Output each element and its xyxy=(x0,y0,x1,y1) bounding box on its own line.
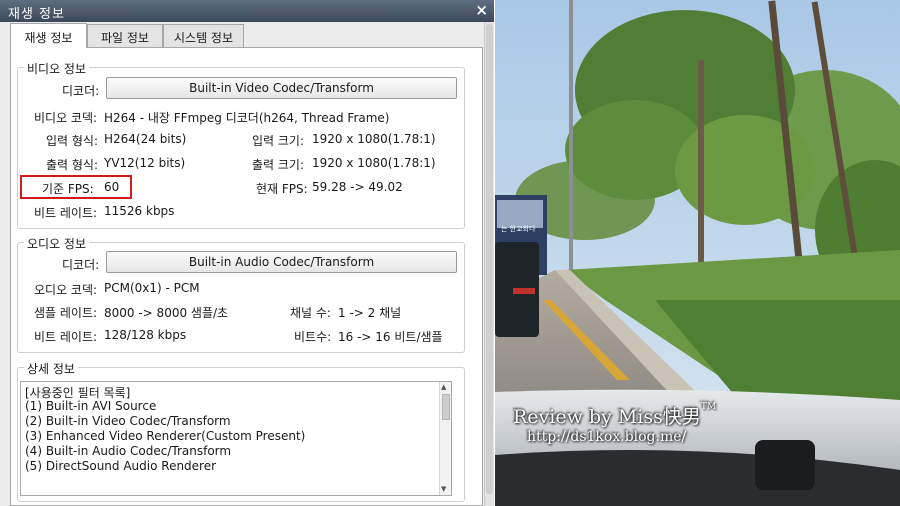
watermark-text: Review by Miss快男TM xyxy=(513,402,716,429)
video-bitrate-value: 11526 kbps xyxy=(104,204,175,218)
input-size-value: 1920 x 1080(1.78:1) xyxy=(312,132,436,146)
input-size-label: 입력 크기: xyxy=(252,134,305,148)
sample-rate-label: 샘플 레이트: xyxy=(34,306,98,320)
video-decoder-label: 디코더: xyxy=(62,84,100,98)
output-format-label: 출력 형식: xyxy=(46,158,99,172)
base-fps-label: 기준 FPS: xyxy=(42,182,94,196)
title-bar[interactable]: 재생 정보 × xyxy=(0,0,494,22)
audio-bitrate-label: 비트 레이트: xyxy=(34,330,98,344)
output-size-value: 1920 x 1080(1.78:1) xyxy=(312,156,436,170)
bits-label: 비트수: xyxy=(294,330,332,344)
dashcam-mount xyxy=(755,440,815,490)
close-icon[interactable]: × xyxy=(475,1,488,19)
video-codec-label: 비디오 코덱: xyxy=(34,111,98,125)
video-codec-value: H264 - 내장 FFmpeg 디코더(h264, Thread Frame) xyxy=(104,111,390,125)
output-format-value: YV12(12 bits) xyxy=(104,156,186,170)
tab-playback-info[interactable]: 재생 정보 xyxy=(10,23,87,48)
base-fps-value: 60 xyxy=(104,180,120,194)
filter-list-scrollbar[interactable]: ▲ ▼ xyxy=(439,382,451,495)
filter-list-item: (1) Built-in AVI Source xyxy=(25,399,157,413)
audio-codec-value: PCM(0x1) - PCM xyxy=(104,281,200,295)
watermark-prefix: Review by xyxy=(513,406,618,428)
filter-list-item: (3) Enhanced Video Renderer(Custom Prese… xyxy=(25,429,306,443)
audio-section-title: 오디오 정보 xyxy=(24,235,90,252)
filter-list-item: (4) Built-in Audio Codec/Transform xyxy=(25,444,232,458)
video-decoder-button[interactable]: Built-in Video Codec/Transform xyxy=(106,77,457,99)
audio-codec-label: 오디오 코덱: xyxy=(34,283,98,297)
current-fps-value: 59.28 -> 49.02 xyxy=(312,180,403,194)
details-section-title: 상세 정보 xyxy=(24,360,78,377)
filter-list-item: (2) Built-in Video Codec/Transform xyxy=(25,414,231,428)
scroll-up-icon[interactable]: ▲ xyxy=(441,383,446,391)
tab-system-info[interactable]: 시스템 정보 xyxy=(163,24,244,47)
output-size-label: 출력 크기: xyxy=(252,158,305,172)
audio-info-group: 오디오 정보 디코더: Built-in Audio Codec/Transfo… xyxy=(17,235,465,353)
dialog-scrollbar[interactable] xyxy=(484,22,494,506)
bits-value: 16 -> 16 비트/샘플 xyxy=(338,330,443,344)
input-format-value: H264(24 bits) xyxy=(104,132,187,146)
tab-panel: 비디오 정보 디코더: Built-in Video Codec/Transfo… xyxy=(10,47,483,506)
watermark-name: Miss快男 xyxy=(617,406,701,428)
watermark-trademark: TM xyxy=(700,402,717,412)
details-group: 상세 정보 [사용중인 필터 목록] (1) Built-in AVI Sour… xyxy=(17,360,465,502)
sample-rate-value: 8000 -> 8000 샘플/초 xyxy=(104,306,229,320)
watermark-url: http://ds1kox.blog.me/ xyxy=(527,429,687,445)
scrollbar-thumb[interactable] xyxy=(486,24,493,494)
dashcam-frame: 는 한교회다 Review by Miss快男TM http://ds1kox.… xyxy=(495,0,900,506)
input-format-label: 입력 형식: xyxy=(46,134,99,148)
bus-sign-text: 는 한교회다 xyxy=(501,225,536,233)
audio-decoder-button[interactable]: Built-in Audio Codec/Transform xyxy=(106,251,457,273)
street-lamp-pole xyxy=(569,0,573,270)
video-bitrate-label: 비트 레이트: xyxy=(34,206,98,220)
scroll-down-icon[interactable]: ▼ xyxy=(441,485,446,493)
current-fps-label: 현재 FPS: xyxy=(256,182,308,196)
audio-bitrate-value: 128/128 kbps xyxy=(104,328,187,342)
playback-info-dialog: 재생 정보 × 재생 정보 파일 정보 시스템 정보 비디오 정보 디코더: B… xyxy=(0,0,494,506)
audio-decoder-label: 디코더: xyxy=(62,258,100,272)
window-title: 재생 정보 xyxy=(8,7,65,22)
tab-file-info[interactable]: 파일 정보 xyxy=(87,24,163,47)
filter-list-box[interactable]: [사용중인 필터 목록] (1) Built-in AVI Source (2)… xyxy=(20,381,452,496)
channels-label: 채널 수: xyxy=(290,306,331,320)
channels-value: 1 -> 2 채널 xyxy=(338,306,402,320)
filter-list-item: (5) DirectSound Audio Renderer xyxy=(25,459,217,473)
car-tail-light xyxy=(513,288,535,294)
filter-list-scroll-thumb[interactable] xyxy=(442,394,450,420)
video-section-title: 비디오 정보 xyxy=(24,60,90,77)
video-info-group: 비디오 정보 디코더: Built-in Video Codec/Transfo… xyxy=(17,60,465,229)
